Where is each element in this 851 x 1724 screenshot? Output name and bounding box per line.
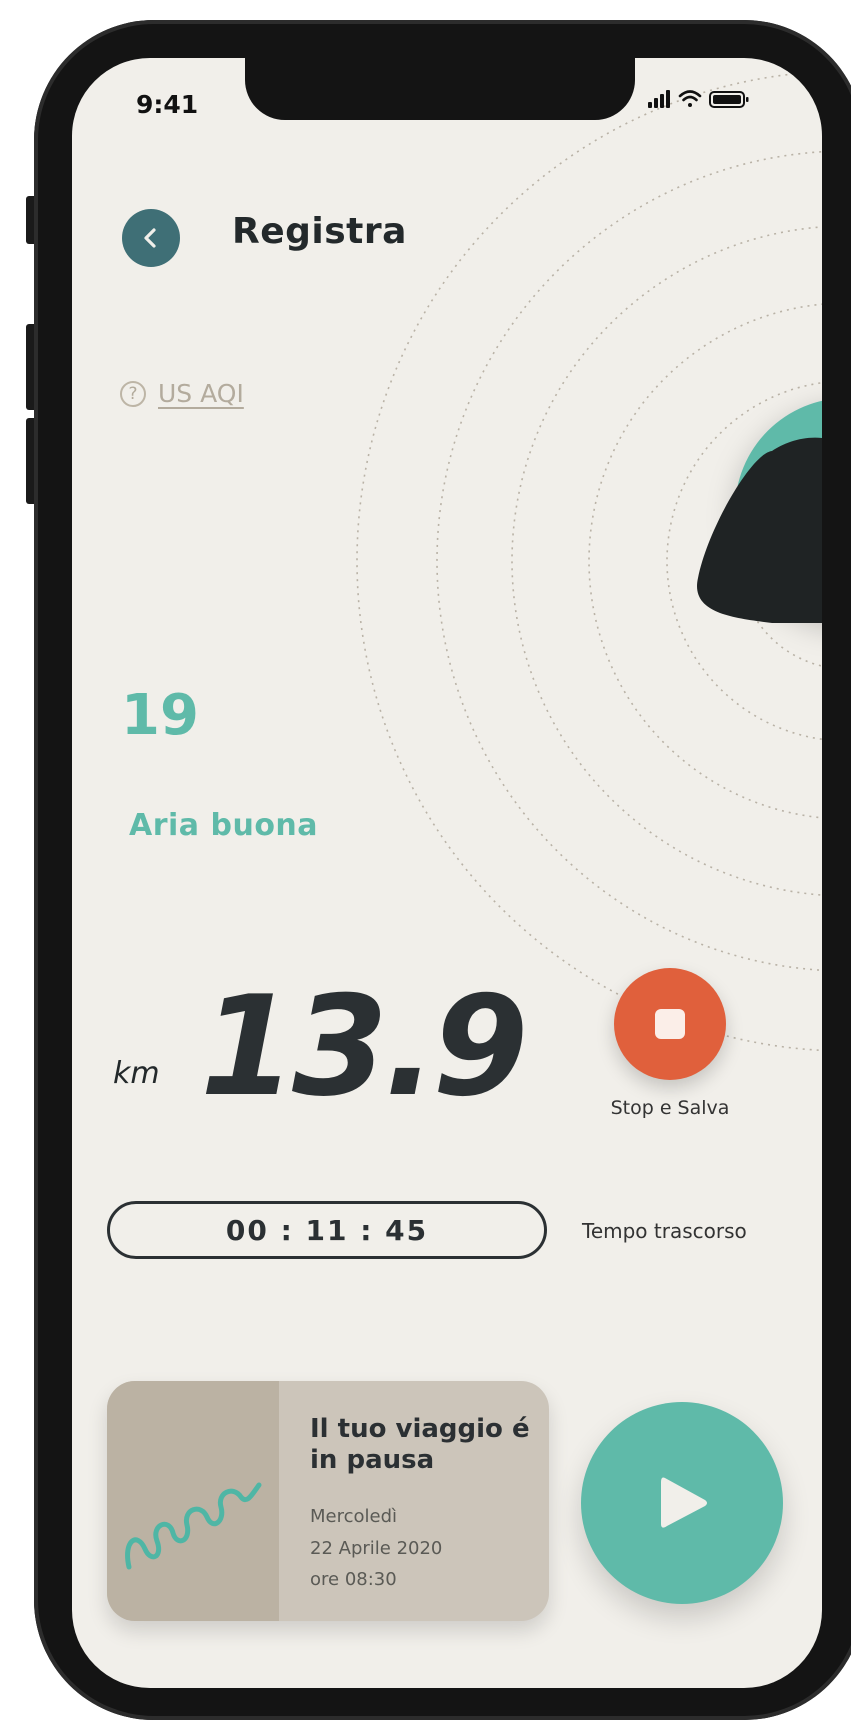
aqi-link-label: US AQI — [158, 379, 244, 408]
trip-date-block: Mercoledì 22 Aprile 2020 ore 08:30 — [310, 1501, 442, 1596]
route-map-thumbnail — [107, 1381, 279, 1621]
trip-date: 22 Aprile 2020 — [310, 1537, 443, 1559]
stop-save-button[interactable] — [614, 968, 726, 1080]
status-time: 9:41 — [136, 90, 199, 119]
air-quality-label: Aria buona — [129, 808, 319, 843]
back-button[interactable] — [122, 209, 180, 267]
status-icons — [648, 90, 749, 108]
stop-save-label: Stop e Salva — [610, 1097, 730, 1119]
page-title: Registra — [232, 211, 407, 252]
trip-time: ore 08:30 — [310, 1569, 397, 1590]
play-icon — [661, 1477, 707, 1528]
elapsed-timer: 00 : 11 : 45 — [107, 1201, 547, 1259]
stop-icon — [655, 1009, 685, 1039]
aqi-indicator-blob — [697, 437, 822, 623]
paused-trip-card[interactable]: Il tuo viaggio é in pausa Mercoledì 22 A… — [107, 1381, 549, 1621]
distance-value: 13.9 — [200, 966, 528, 1127]
trip-status-title: Il tuo viaggio é in pausa — [310, 1414, 530, 1476]
back-arrow-icon — [144, 228, 156, 248]
battery-icon — [709, 91, 749, 108]
resume-play-button[interactable] — [581, 1402, 783, 1604]
wifi-icon — [678, 90, 702, 107]
help-icon: ? — [120, 380, 146, 407]
timer-label: Tempo trascorso — [582, 1219, 747, 1243]
timer-value: 00 : 11 : 45 — [225, 1213, 429, 1247]
notch — [245, 58, 635, 120]
aqi-info-link[interactable]: ? US AQI — [120, 379, 244, 408]
trip-day: Mercoledì — [310, 1506, 398, 1527]
signal-icon — [648, 90, 670, 108]
route-map-icon — [125, 1482, 262, 1570]
aqi-value: 19 — [121, 683, 199, 748]
distance-unit: km — [113, 1056, 160, 1091]
